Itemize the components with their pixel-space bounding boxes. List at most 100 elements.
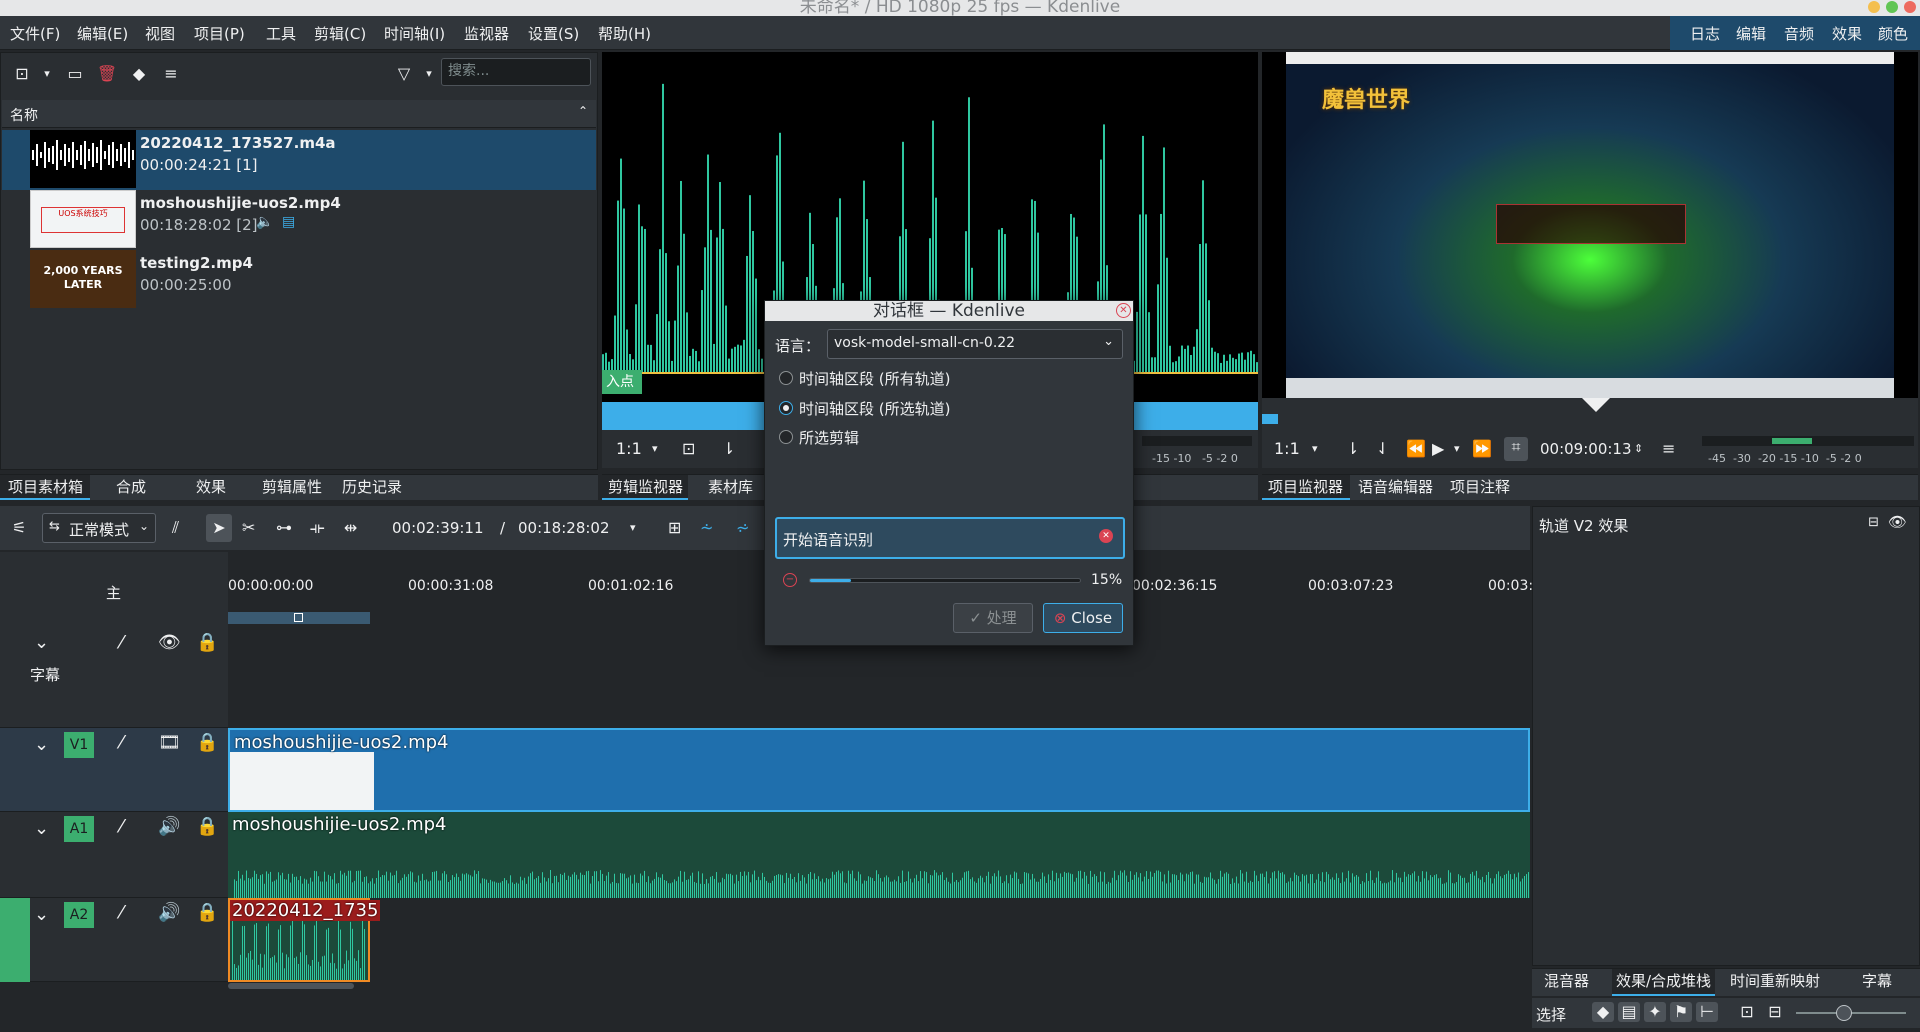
film-filter-icon[interactable]: ▤ bbox=[1618, 1002, 1640, 1022]
rewind-icon[interactable]: ⏪ bbox=[1406, 439, 1426, 459]
overwrite-icon[interactable]: ⩫ bbox=[736, 518, 749, 538]
scrollbar-handle[interactable] bbox=[228, 983, 354, 989]
option-selected-tracks[interactable]: 时间轴区段 (所选轨道) bbox=[799, 398, 950, 419]
slip-tool-icon[interactable]: ⇹ bbox=[344, 518, 357, 538]
zoom-dropdown-icon[interactable]: ▾ bbox=[652, 439, 658, 459]
tab-time-remap[interactable]: 时间重新映射 bbox=[1730, 969, 1820, 996]
abort-icon[interactable]: − bbox=[783, 573, 797, 587]
guide-icon[interactable]: ⊢ bbox=[1696, 1002, 1718, 1022]
menu-edit[interactable]: 编辑(E) bbox=[77, 23, 128, 44]
cut-tool-icon[interactable]: ✂ bbox=[242, 518, 255, 538]
bin-item[interactable]: 20220412_173527.m4a 00:00:24:21 [1] bbox=[2, 130, 596, 190]
tab-compositions[interactable]: 合成 bbox=[116, 475, 146, 500]
save-effect-icon[interactable]: ⊟ bbox=[1868, 515, 1879, 530]
radio-selected-clips[interactable] bbox=[779, 430, 793, 444]
sort-up-icon[interactable]: ⌃ bbox=[578, 104, 588, 118]
video-stream-icon[interactable]: ▤ bbox=[282, 214, 295, 230]
marker-icon[interactable]: ⚑ bbox=[1670, 1002, 1692, 1022]
effects-wand-icon[interactable]: ⁄ bbox=[120, 732, 123, 753]
layout-editing[interactable]: 编辑 bbox=[1736, 23, 1766, 44]
process-button[interactable]: ✓ 处理 bbox=[953, 603, 1033, 633]
effects-wand-icon[interactable]: ⁄ bbox=[120, 816, 123, 837]
folder-icon[interactable]: ▭ bbox=[64, 64, 86, 84]
column-name[interactable]: 名称 bbox=[10, 105, 38, 125]
language-select[interactable]: vosk-model-small-cn-0.22 ⌄ bbox=[827, 329, 1123, 359]
tab-subtitles[interactable]: 字幕 bbox=[1862, 969, 1892, 996]
multitrack-icon[interactable]: ⊞ bbox=[668, 518, 681, 538]
tab-library[interactable]: 素材库 bbox=[708, 475, 753, 500]
layout-audio[interactable]: 音频 bbox=[1784, 23, 1814, 44]
set-in-icon[interactable]: ⇂ bbox=[722, 439, 735, 459]
menu-clip[interactable]: 剪辑(C) bbox=[314, 23, 366, 44]
option-all-tracks[interactable]: 时间轴区段 (所有轨道) bbox=[799, 368, 950, 389]
tab-effect-stack[interactable]: 效果/合成堆栈 bbox=[1612, 969, 1716, 996]
ripple-tool-icon[interactable]: ⟛ bbox=[310, 518, 325, 538]
layout-logging[interactable]: 日志 bbox=[1690, 23, 1720, 44]
video-clip[interactable]: moshoushijie-uos2.mp4 bbox=[228, 728, 1530, 812]
tab-project-notes[interactable]: 项目注释 bbox=[1450, 475, 1510, 500]
radio-selected-tracks[interactable] bbox=[779, 401, 793, 415]
lock-icon[interactable]: 🔒 bbox=[196, 632, 218, 653]
lock-icon[interactable]: 🔒 bbox=[196, 732, 218, 753]
tag-filter-icon[interactable]: ◆ bbox=[1592, 1002, 1614, 1022]
timecode-spin-icon[interactable]: ⇕ bbox=[1634, 439, 1643, 459]
set-out-icon[interactable]: ⇃ bbox=[1376, 439, 1389, 459]
clear-icon[interactable]: ✕ bbox=[1099, 529, 1113, 543]
add-clip-dropdown-icon[interactable]: ▾ bbox=[40, 64, 54, 84]
tab-effects[interactable]: 效果 bbox=[196, 475, 226, 500]
layout-color[interactable]: 颜色 bbox=[1878, 23, 1908, 44]
tag-icon[interactable]: ◆ bbox=[128, 64, 150, 84]
play-icon[interactable]: ▶ bbox=[1432, 439, 1444, 459]
forward-icon[interactable]: ⏩ bbox=[1472, 439, 1492, 459]
bin-search-input[interactable]: 搜索... bbox=[441, 58, 591, 86]
option-selected-clips[interactable]: 所选剪辑 bbox=[799, 427, 859, 448]
monitor-menu-icon[interactable]: ≡ bbox=[1662, 439, 1675, 459]
set-in-icon[interactable]: ⇂ bbox=[1346, 439, 1359, 459]
audio-stream-icon[interactable]: 🔈 bbox=[256, 214, 273, 230]
crop-icon[interactable]: ⌗ bbox=[1504, 437, 1528, 461]
insert-icon[interactable]: ⩪ bbox=[700, 518, 713, 538]
audio-clip[interactable]: moshoushijie-uos2.mp4 bbox=[228, 812, 1530, 898]
collapse-icon[interactable]: ⌄ bbox=[34, 818, 49, 839]
menu-settings[interactable]: 设置(S) bbox=[528, 23, 579, 44]
zone-bar[interactable] bbox=[228, 612, 370, 624]
menu-timeline[interactable]: 时间轴(I) bbox=[384, 23, 445, 44]
tab-history[interactable]: 历史记录 bbox=[342, 475, 402, 500]
collapse-icon[interactable]: ⌄ bbox=[34, 632, 49, 653]
edit-mode-select[interactable]: ⇆ 正常模式 ⌄ bbox=[42, 513, 156, 543]
spacer-tool-icon[interactable]: ⊶ bbox=[276, 518, 292, 538]
timeline-scrollbar[interactable] bbox=[228, 982, 1530, 990]
clip-zoom[interactable]: 1:1 bbox=[616, 439, 642, 459]
film-icon[interactable]: 🎞 bbox=[158, 732, 181, 753]
track-label-v1[interactable]: V1 bbox=[64, 732, 94, 758]
tab-clip-monitor[interactable]: 剪辑监视器 bbox=[602, 475, 688, 500]
active-track-indicator[interactable] bbox=[0, 898, 30, 982]
tab-mixer[interactable]: 混音器 bbox=[1544, 969, 1589, 996]
track-settings-icon[interactable]: ⚟ bbox=[12, 518, 26, 538]
fit-icon[interactable]: ⊡ bbox=[682, 439, 695, 459]
project-monitor-view[interactable]: 魔兽世界 bbox=[1262, 52, 1918, 398]
zoom-out-icon[interactable]: ⊟ bbox=[1764, 1002, 1786, 1022]
close-button[interactable]: ⊗ Close bbox=[1043, 603, 1123, 633]
filter-icon[interactable]: ▽ bbox=[394, 64, 414, 84]
audio-track-a2[interactable] bbox=[228, 898, 1530, 982]
close-window-button[interactable] bbox=[1904, 1, 1916, 13]
filter-dropdown-icon[interactable]: ▾ bbox=[422, 64, 436, 84]
maximize-button[interactable] bbox=[1886, 1, 1898, 13]
collapse-icon[interactable]: ⌄ bbox=[34, 734, 49, 755]
project-monitor-ruler[interactable] bbox=[1262, 398, 1918, 430]
zoom-slider-handle[interactable] bbox=[1836, 1005, 1852, 1021]
layout-effects[interactable]: 效果 bbox=[1832, 23, 1862, 44]
track-label-a2[interactable]: A2 bbox=[64, 902, 94, 928]
menu-monitor[interactable]: 监视器 bbox=[464, 23, 509, 44]
project-timecode[interactable]: 00:09:00:13 bbox=[1540, 439, 1632, 459]
zoom-dropdown-icon[interactable]: ▾ bbox=[1312, 439, 1318, 459]
bin-item[interactable]: 2,000 YEARS LATER testing2.mp4 00:00:25:… bbox=[2, 250, 596, 310]
collapse-icon[interactable]: ⌄ bbox=[34, 904, 49, 925]
zone-handle[interactable] bbox=[294, 613, 303, 622]
lock-icon[interactable]: 🔒 bbox=[196, 902, 218, 923]
play-dropdown-icon[interactable]: ▾ bbox=[1454, 439, 1460, 459]
dialog-close-icon[interactable]: ✕ bbox=[1116, 303, 1131, 318]
tab-clip-properties[interactable]: 剪辑属性 bbox=[262, 475, 322, 500]
playhead-marker[interactable] bbox=[1582, 398, 1610, 412]
